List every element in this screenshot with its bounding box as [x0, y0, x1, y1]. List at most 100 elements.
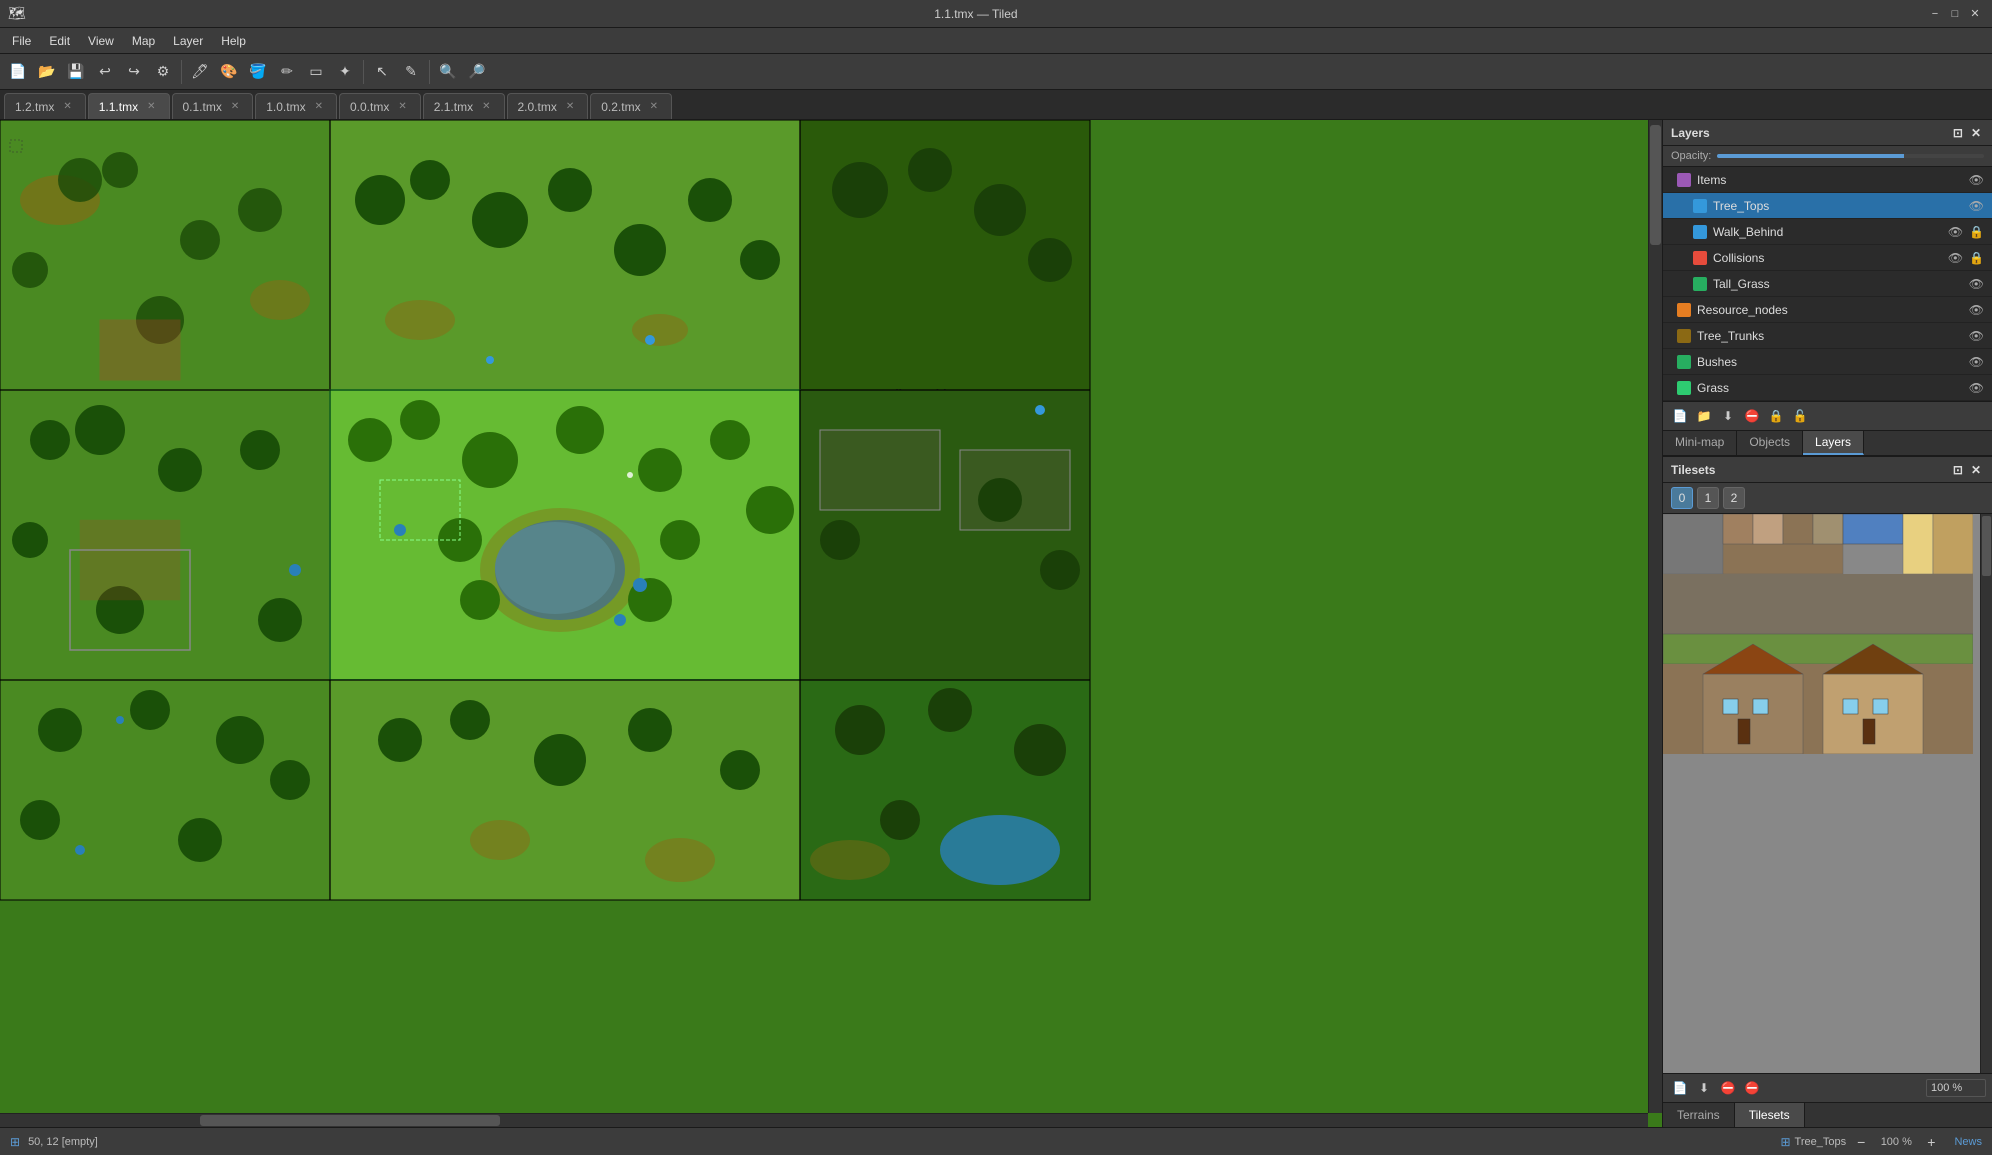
tab-1.0.tmx[interactable]: 1.0.tmx✕ [255, 93, 337, 119]
tab-1.2.tmx[interactable]: 1.2.tmx✕ [4, 93, 86, 119]
toolbar-btn-zoom-in[interactable]: 🔍 [434, 58, 462, 86]
panel-tab-layers[interactable]: Layers [1803, 431, 1864, 455]
move-layer-up-btn[interactable]: ⛔ [1741, 405, 1763, 427]
status-layer-icon: ⊞ [1780, 1135, 1790, 1149]
maximize-button[interactable]: □ [1946, 5, 1964, 23]
menubar: FileEditViewMapLayerHelp [0, 28, 1992, 54]
canvas-area[interactable]: Hello World Hello World [0, 120, 1662, 1127]
toolbar-btn-prefs[interactable]: ⚙ [149, 58, 177, 86]
layer-visibility-grass[interactable]: 👁 [1969, 381, 1984, 395]
tileset-vscroll-thumb[interactable] [1982, 516, 1991, 576]
tab-close-1.0.tmx[interactable]: ✕ [312, 100, 326, 113]
minimize-button[interactable]: − [1926, 5, 1944, 23]
panel-tab-objects[interactable]: Objects [1737, 431, 1803, 455]
tab-0.1.tmx[interactable]: 0.1.tmx✕ [172, 93, 254, 119]
layer-item-tree_trunks[interactable]: Tree_Trunks 👁 [1663, 323, 1992, 349]
tab-close-0.1.tmx[interactable]: ✕ [228, 100, 242, 113]
layers-float-btn[interactable]: ⊡ [1950, 125, 1966, 141]
toolbar-btn-undo[interactable]: ↩ [91, 58, 119, 86]
opacity-slider[interactable] [1717, 154, 1984, 158]
tab-close-2.0.tmx[interactable]: ✕ [563, 100, 577, 113]
layer-visibility-resource_nodes[interactable]: 👁 [1969, 303, 1984, 317]
tab-close-2.1.tmx[interactable]: ✕ [479, 100, 493, 113]
status-zoom-in-btn[interactable]: + [1924, 1134, 1938, 1150]
status-news-label[interactable]: News [1954, 1136, 1982, 1148]
tab-1.1.tmx[interactable]: 1.1.tmx✕ [88, 93, 170, 119]
menu-item-map[interactable]: Map [124, 32, 163, 50]
menu-item-file[interactable]: File [4, 32, 39, 50]
layer-item-tall_grass[interactable]: Tall_Grass 👁 [1663, 271, 1992, 297]
tab-2.1.tmx[interactable]: 2.1.tmx✕ [423, 93, 505, 119]
layer-lock-collisions[interactable]: 🔒 [1969, 251, 1984, 265]
tileset-tab-1[interactable]: 1 [1697, 487, 1719, 509]
tab-2.0.tmx[interactable]: 2.0.tmx✕ [507, 93, 589, 119]
layer-item-tree_tops[interactable]: Tree_Tops 👁 [1663, 193, 1992, 219]
toolbar-btn-select-magic[interactable]: ✦ [331, 58, 359, 86]
layer-visibility-tall_grass[interactable]: 👁 [1969, 277, 1984, 291]
horizontal-scrollbar[interactable] [0, 1113, 1648, 1127]
toolbar-btn-zoom-out[interactable]: 🔎 [463, 58, 491, 86]
toolbar-btn-new[interactable]: 📄 [4, 58, 32, 86]
layer-settings-btn[interactable]: 🔓 [1789, 405, 1811, 427]
toolbar-btn-redo[interactable]: ↪ [120, 58, 148, 86]
tab-close-0.2.tmx[interactable]: ✕ [647, 100, 661, 113]
layer-item-items[interactable]: Items 👁 [1663, 167, 1992, 193]
menu-item-edit[interactable]: Edit [41, 32, 78, 50]
toolbar-btn-terrain[interactable]: 🎨 [215, 58, 243, 86]
layer-item-grass[interactable]: Grass 👁 [1663, 375, 1992, 401]
tilesets-close-btn[interactable]: ✕ [1968, 462, 1984, 478]
tab-close-0.0.tmx[interactable]: ✕ [395, 100, 409, 113]
tab-0.2.tmx[interactable]: 0.2.tmx✕ [590, 93, 672, 119]
close-button[interactable]: ✕ [1966, 5, 1984, 23]
toolbar-btn-open[interactable]: 📂 [33, 58, 61, 86]
layer-visibility-tree_trunks[interactable]: 👁 [1969, 329, 1984, 343]
layers-close-btn[interactable]: ✕ [1968, 125, 1984, 141]
toolbar-btn-obj-select[interactable]: ↖ [368, 58, 396, 86]
tilesets-float-btn[interactable]: ⊡ [1950, 462, 1966, 478]
layer-item-collisions[interactable]: Collisions 👁 🔒 [1663, 245, 1992, 271]
tab-close-1.1.tmx[interactable]: ✕ [144, 100, 158, 113]
status-zoom-out-btn[interactable]: − [1854, 1134, 1868, 1150]
toolbar-btn-fill[interactable]: 🪣 [244, 58, 272, 86]
tileset-zoom-input[interactable] [1926, 1079, 1986, 1097]
export-tileset-btn[interactable]: ⛔ [1717, 1077, 1739, 1099]
toolbar-btn-eraser[interactable]: ✏ [273, 58, 301, 86]
tileset-vscrollbar[interactable] [1980, 514, 1992, 1073]
layer-visibility-collisions[interactable]: 👁 [1948, 251, 1963, 265]
tileset-view[interactable] [1663, 514, 1992, 1073]
toolbar-btn-stamp[interactable]: 🖊 [186, 58, 214, 86]
toolbar-btn-obj-edit[interactable]: ✎ [397, 58, 425, 86]
layer-visibility-bushes[interactable]: 👁 [1969, 355, 1984, 369]
layer-lock-walk_behind[interactable]: 🔒 [1969, 225, 1984, 239]
toolbar-btn-save[interactable]: 💾 [62, 58, 90, 86]
layer-item-bushes[interactable]: Bushes 👁 [1663, 349, 1992, 375]
add-layer-btn[interactable]: 📄 [1669, 405, 1691, 427]
tileset-tab-2[interactable]: 2 [1723, 487, 1745, 509]
bottom-tab-tilesets[interactable]: Tilesets [1735, 1103, 1805, 1127]
menu-item-layer[interactable]: Layer [165, 32, 211, 50]
menu-item-help[interactable]: Help [213, 32, 254, 50]
tab-close-1.2.tmx[interactable]: ✕ [60, 100, 74, 113]
add-group-btn[interactable]: 📁 [1693, 405, 1715, 427]
layer-visibility-items[interactable]: 👁 [1969, 173, 1984, 187]
panel-tab-mini-map[interactable]: Mini-map [1663, 431, 1737, 455]
layer-item-resource_nodes[interactable]: Resource_nodes 👁 [1663, 297, 1992, 323]
tileset-tab-0[interactable]: 0 [1671, 487, 1693, 509]
tab-0.0.tmx[interactable]: 0.0.tmx✕ [339, 93, 421, 119]
layer-visibility-tree_tops[interactable]: 👁 [1969, 199, 1984, 213]
tileset-scroll[interactable] [1663, 514, 1992, 1073]
bottom-tab-terrains[interactable]: Terrains [1663, 1103, 1735, 1127]
remove-layer-btn[interactable]: 🔒 [1765, 405, 1787, 427]
map-viewport[interactable]: Hello World Hello World [0, 120, 1662, 1127]
vscroll-thumb[interactable] [1650, 125, 1661, 245]
add-tileset-btn[interactable]: 📄 [1669, 1077, 1691, 1099]
vertical-scrollbar[interactable] [1648, 120, 1662, 1113]
duplicate-layer-btn[interactable]: ⬇ [1717, 405, 1739, 427]
embed-tileset-btn[interactable]: ⬇ [1693, 1077, 1715, 1099]
menu-item-view[interactable]: View [80, 32, 122, 50]
layer-visibility-walk_behind[interactable]: 👁 [1948, 225, 1963, 239]
hscroll-thumb[interactable] [200, 1115, 500, 1126]
remove-tileset-btn[interactable]: ⛔ [1741, 1077, 1763, 1099]
toolbar-btn-select-rect[interactable]: ▭ [302, 58, 330, 86]
layer-item-walk_behind[interactable]: Walk_Behind 👁 🔒 [1663, 219, 1992, 245]
